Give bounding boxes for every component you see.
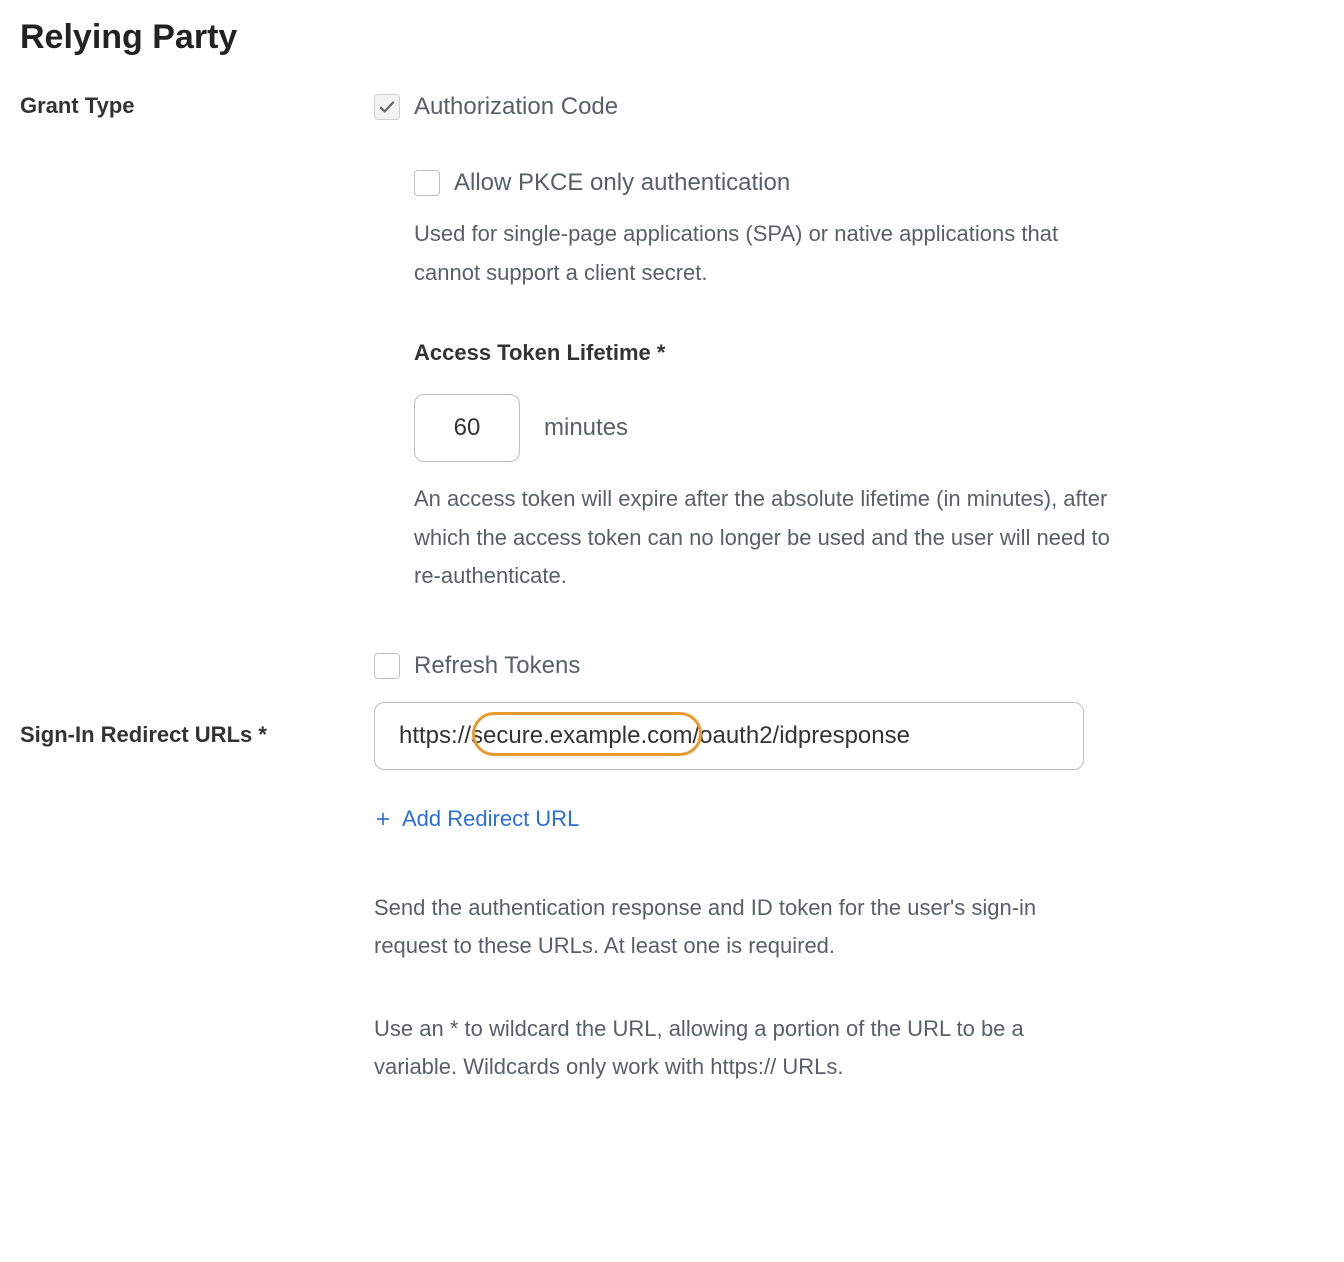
- access-token-lifetime-help: An access token will expire after the ab…: [414, 480, 1114, 596]
- grant-type-row: Grant Type Authorization Code Allow PKCE…: [20, 93, 1324, 686]
- redirect-urls-label: Sign-In Redirect URLs *: [20, 702, 374, 748]
- refresh-tokens-checkbox[interactable]: [374, 653, 400, 679]
- refresh-tokens-label: Refresh Tokens: [414, 652, 580, 680]
- plus-icon: [374, 810, 392, 828]
- section-title: Relying Party: [20, 18, 1324, 57]
- redirect-urls-description: Send the authentication response and ID …: [374, 889, 1114, 1087]
- redirect-url-field: [374, 702, 1114, 770]
- redirect-urls-desc-2: Use an * to wildcard the URL, allowing a…: [374, 1010, 1084, 1087]
- authorization-code-checkbox[interactable]: [374, 94, 400, 120]
- pkce-label: Allow PKCE only authentication: [454, 169, 790, 197]
- pkce-option[interactable]: Allow PKCE only authentication: [414, 169, 1114, 197]
- grant-type-label: Grant Type: [20, 93, 374, 119]
- authorization-code-label: Authorization Code: [414, 93, 618, 121]
- authorization-code-option[interactable]: Authorization Code: [374, 93, 1114, 121]
- pkce-block: Allow PKCE only authentication Used for …: [414, 169, 1114, 596]
- redirect-urls-row: Sign-In Redirect URLs * Add Redirect URL…: [20, 702, 1324, 1131]
- refresh-tokens-option[interactable]: Refresh Tokens: [374, 652, 1114, 680]
- add-redirect-url-button[interactable]: Add Redirect URL: [374, 806, 579, 832]
- pkce-help-text: Used for single-page applications (SPA) …: [414, 215, 1114, 292]
- redirect-url-input[interactable]: [374, 702, 1084, 770]
- redirect-urls-desc-1: Send the authentication response and ID …: [374, 889, 1084, 966]
- pkce-checkbox[interactable]: [414, 170, 440, 196]
- check-icon: [378, 98, 396, 116]
- access-token-lifetime-unit: minutes: [544, 414, 628, 442]
- access-token-lifetime-input[interactable]: [414, 394, 520, 462]
- add-redirect-url-label: Add Redirect URL: [402, 806, 579, 832]
- access-token-lifetime-label: Access Token Lifetime *: [414, 340, 1114, 366]
